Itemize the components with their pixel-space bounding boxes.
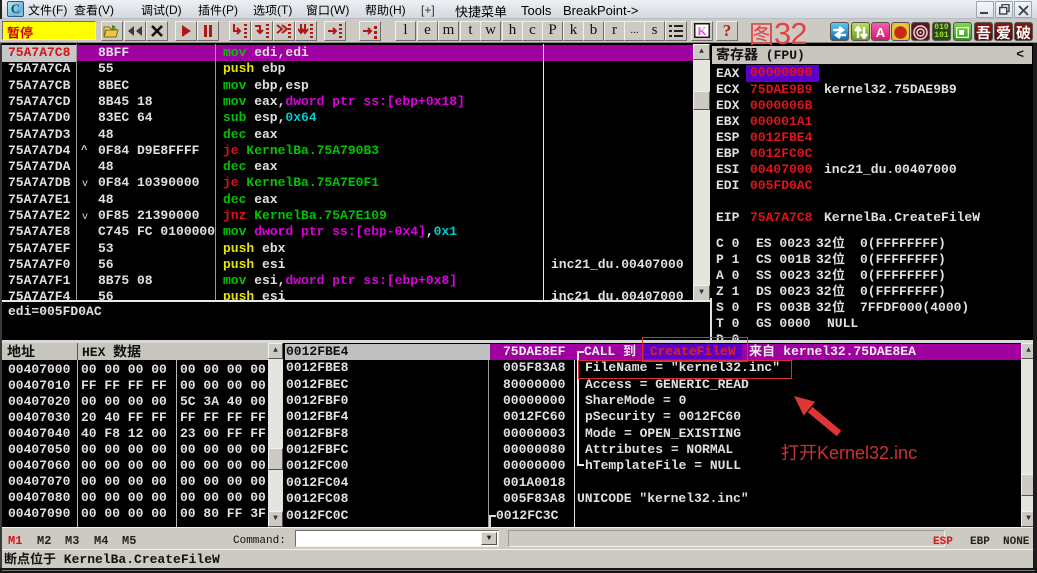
svg-text:K: K: [697, 24, 707, 38]
